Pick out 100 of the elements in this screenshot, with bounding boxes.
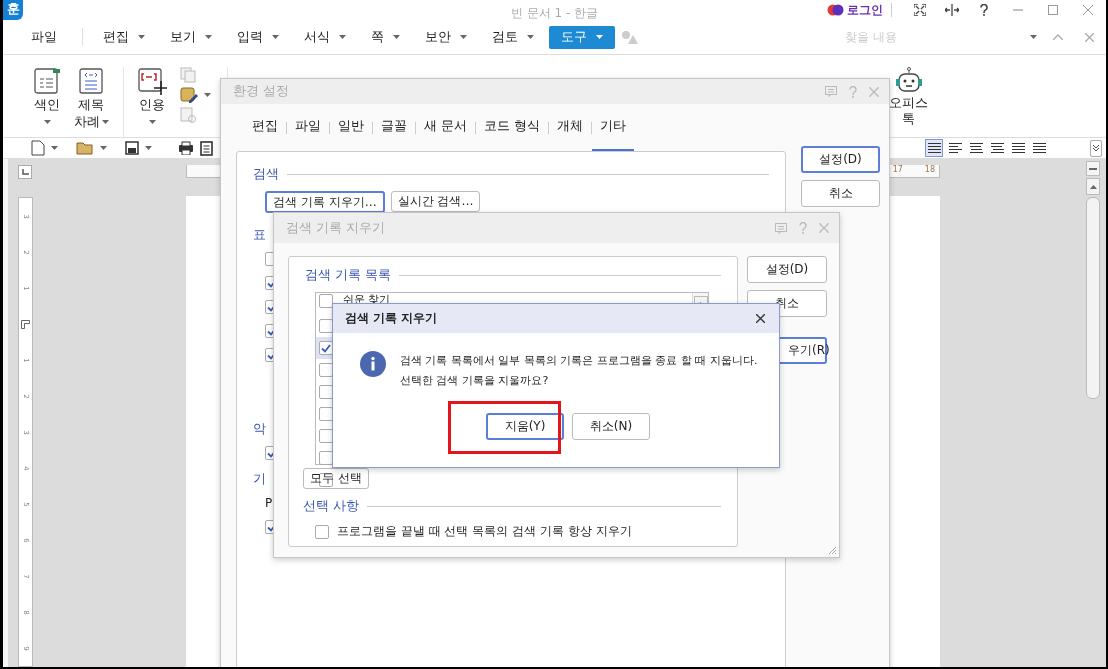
ribbon-button[interactable]: 제목 차례 xyxy=(71,67,111,130)
maximize-icon xyxy=(1048,5,1058,16)
dialog-title: 검색 기록 지우기 xyxy=(286,219,385,237)
ruler-number: 18 xyxy=(924,165,935,174)
checkbox[interactable] xyxy=(319,407,333,421)
ribbon-button[interactable]: 인용 xyxy=(132,67,172,130)
option-label: P xyxy=(265,496,273,510)
menu-item[interactable]: 파일 xyxy=(21,25,67,49)
menu-item[interactable]: 검토 xyxy=(482,25,544,49)
align-icon xyxy=(990,142,1004,154)
caret-icon xyxy=(51,146,58,150)
menu-item[interactable]: 편집 xyxy=(93,25,155,49)
menu-item[interactable]: 보안 xyxy=(415,25,477,49)
more-button[interactable] xyxy=(1090,139,1102,157)
section-header: 기 xyxy=(253,470,266,488)
section-header: 악 xyxy=(253,420,266,438)
dialog-button[interactable]: 실시간 검색… xyxy=(390,191,481,212)
checkbox[interactable] xyxy=(315,524,329,539)
menu-item[interactable]: 서식 xyxy=(294,25,356,49)
dialog-title: 검색 기록 지우기 xyxy=(345,310,438,327)
window-title: 빈 문서 1 - 한글 xyxy=(510,5,599,22)
ribbon-button[interactable]: 색인 xyxy=(27,67,67,130)
select-all-button[interactable]: 모두 선택 xyxy=(303,468,369,489)
checkbox[interactable] xyxy=(319,429,333,443)
app-logo: 훈 xyxy=(3,0,23,20)
tab[interactable]: 새 문서 xyxy=(416,104,475,151)
section-header: 검색 xyxy=(253,166,279,183)
tab[interactable]: 파일 xyxy=(287,104,329,151)
dialog-button[interactable]: 취소(N) xyxy=(572,413,650,440)
comment-icon xyxy=(775,222,787,234)
menu-item[interactable]: 쪽 xyxy=(361,25,410,49)
save-icon xyxy=(125,141,139,155)
info-icon xyxy=(360,351,386,377)
refresh-note-icon xyxy=(180,107,196,124)
align-icon xyxy=(1032,142,1046,154)
collapse-icon xyxy=(1053,34,1063,41)
caret-icon xyxy=(100,146,107,150)
dialog-button[interactable]: 지움(Y) xyxy=(486,413,564,440)
close-icon xyxy=(819,223,829,233)
chevron-icon xyxy=(1092,144,1100,152)
align-icon xyxy=(1011,142,1025,154)
close-icon xyxy=(869,86,879,97)
close-icon xyxy=(1085,32,1094,42)
checkbox[interactable] xyxy=(319,319,333,333)
section-header: 검색 기록 목록 xyxy=(305,267,391,284)
corner-icon xyxy=(21,169,29,175)
dialog-button[interactable]: 검색 기록 지우기… xyxy=(265,191,385,213)
checkbox[interactable] xyxy=(319,294,333,308)
align-button[interactable] xyxy=(925,139,943,157)
minimize-icon xyxy=(1013,9,1023,12)
align-icon xyxy=(927,142,941,154)
index-icon xyxy=(33,67,61,96)
tab[interactable]: 코드 형식 xyxy=(476,104,548,151)
help-icon xyxy=(980,4,988,17)
folder-icon xyxy=(76,141,94,155)
resize-grip-icon xyxy=(828,546,837,555)
margin-marker-icon xyxy=(21,319,30,329)
caret-icon xyxy=(204,93,211,98)
align-icon xyxy=(948,142,962,154)
menu-item[interactable]: 도구 xyxy=(549,25,615,49)
dialog-title: 환경 설정 xyxy=(233,83,289,100)
tab[interactable]: 일반 xyxy=(330,104,372,151)
option-label: 프로그램을 끝낼 때 선택 목록의 검색 기록 항상 지우기 xyxy=(337,523,632,540)
dialog-button[interactable]: 설정(D) xyxy=(747,256,827,283)
edit-note-icon xyxy=(180,87,198,104)
checkbox[interactable] xyxy=(319,363,333,377)
preview-icon xyxy=(200,140,213,156)
printer-icon xyxy=(178,141,194,155)
tab-stop-button[interactable] xyxy=(18,165,32,179)
comment-icon xyxy=(825,86,837,97)
help-icon xyxy=(849,85,857,98)
scroll-thumb[interactable] xyxy=(1086,197,1100,399)
checkbox[interactable] xyxy=(319,385,333,399)
close-icon xyxy=(1083,5,1093,16)
ruler-number: 17 xyxy=(892,165,903,174)
scroll-up-button[interactable] xyxy=(1086,178,1100,195)
section-header: 선택 사항 xyxy=(303,498,359,515)
help-icon xyxy=(799,222,807,234)
tab[interactable]: 글꼴 xyxy=(373,104,415,151)
checkbox[interactable] xyxy=(319,341,333,355)
resize-arrows-icon xyxy=(945,4,959,17)
menu-item[interactable]: 입력 xyxy=(227,25,289,49)
menu-item[interactable]: 보기 xyxy=(160,25,222,49)
dialog-button[interactable]: 취소 xyxy=(801,180,880,207)
contents-icon xyxy=(77,67,105,96)
dialog-button[interactable]: 설정(D) xyxy=(801,146,880,173)
fullscreen-icon xyxy=(914,4,926,17)
split-button[interactable] xyxy=(1086,161,1100,176)
caret-icon xyxy=(1030,35,1037,40)
tab[interactable]: 개체 xyxy=(548,104,591,151)
login-link[interactable]: 로그인 xyxy=(847,1,883,19)
new-document-icon xyxy=(31,140,45,156)
minus-icon xyxy=(1089,167,1097,170)
tab[interactable]: 편집 xyxy=(244,104,286,151)
checkbox[interactable] xyxy=(319,451,333,465)
align-icon xyxy=(969,142,983,154)
citation-icon xyxy=(137,67,167,96)
account-icon xyxy=(827,4,844,17)
caret-icon xyxy=(145,146,152,150)
up-icon xyxy=(1089,184,1097,189)
